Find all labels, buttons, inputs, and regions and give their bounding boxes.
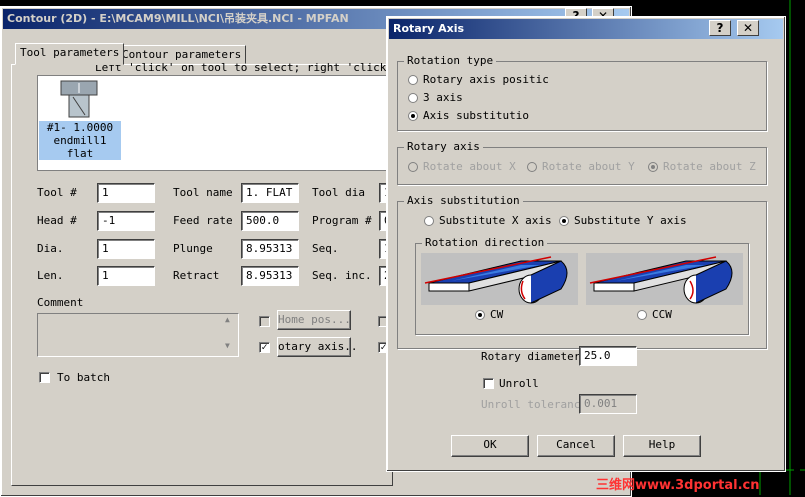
rotate-x-label: Rotate about X ax	[423, 160, 521, 173]
radio-rotate-z[interactable]	[648, 162, 658, 172]
unroll-tolerance-field[interactable]: 0.001	[579, 394, 637, 414]
axis-substitution-title: Axis substitution	[404, 194, 523, 207]
rotary-axis-group-title: Rotary axis	[404, 140, 483, 153]
rotary-axis-button[interactable]: otary axis..	[277, 337, 357, 357]
radio-rotate-y[interactable]	[527, 162, 537, 172]
dialog-title: Rotary Axis	[393, 22, 465, 35]
tool-name-label: Tool name	[173, 186, 233, 199]
radio-rotary-axis-position[interactable]	[408, 75, 418, 85]
substitute-y-label: Substitute Y axis	[574, 214, 687, 227]
to-batch-label: To batch	[57, 371, 110, 384]
rotary-diameter-label: Rotary diameter	[481, 350, 581, 363]
retract-label: Retract	[173, 269, 220, 282]
watermark: 三维网www.3dportal.cn	[596, 478, 760, 493]
to-batch-checkbox[interactable]	[39, 372, 50, 383]
cancel-label: Cancel	[556, 438, 596, 451]
radio-substitute-y[interactable]	[559, 216, 569, 226]
rotary-axis-position-label: Rotary axis positic	[423, 73, 549, 86]
tool-num-label: Tool #	[37, 186, 77, 199]
plunge-field[interactable]: 8.95313	[241, 239, 299, 259]
comment-scroll-down[interactable]: ▼	[225, 341, 230, 350]
seq-inc-label: Seq. inc.	[312, 269, 372, 282]
endmill-icon	[60, 80, 98, 118]
radio-axis-substitution[interactable]	[408, 111, 418, 121]
dia-label: Dia.	[37, 242, 64, 255]
dialog-close-button[interactable]: ✕	[737, 20, 759, 36]
tool-hint: Left 'click' on tool to select; right 'c…	[95, 61, 413, 74]
rotate-y-label: Rotate about Y ax	[542, 160, 642, 173]
rotation-type-title: Rotation type	[404, 54, 497, 67]
tool-item[interactable]: #1- 1.0000 endmill1 flat	[39, 79, 121, 160]
home-pos-button[interactable]: Home pos...	[277, 310, 351, 330]
home-pos-checkbox[interactable]	[259, 316, 270, 327]
tab-tool-parameters[interactable]: Tool parameters	[15, 43, 125, 65]
cw-label: CW	[490, 308, 504, 321]
plunge-label: Plunge	[173, 242, 213, 255]
rotate-z-label: Rotate about Z ax	[663, 160, 763, 173]
dialog-help-button[interactable]: ?	[709, 20, 731, 36]
feed-rate-field[interactable]: 500.0	[241, 211, 299, 231]
retract-field[interactable]: 8.95313	[241, 266, 299, 286]
comment-scroll-up[interactable]: ▲	[225, 315, 230, 324]
substitute-x-label: Substitute X axis	[439, 214, 552, 227]
unroll-label: Unroll	[499, 377, 539, 390]
cw-illustration	[421, 253, 578, 305]
ok-label: OK	[483, 438, 497, 451]
rotary-diameter-field[interactable]: 25.0	[579, 346, 637, 366]
len-field[interactable]: 1	[97, 266, 155, 286]
tool-name-field[interactable]: 1. FLAT	[241, 183, 299, 203]
radio-ccw[interactable]	[637, 310, 647, 320]
tool-item-line2: endmill1 flat	[53, 134, 107, 160]
feed-rate-label: Feed rate	[173, 214, 233, 227]
comment-label: Comment	[37, 296, 84, 309]
tool-num-field[interactable]: 1	[97, 183, 155, 203]
radio-cw[interactable]	[475, 310, 485, 320]
tab-label: Tool parameters	[20, 46, 120, 59]
radio-rotate-x[interactable]	[408, 162, 418, 172]
tool-item-label: #1- 1.0000 endmill1 flat	[39, 121, 121, 160]
ccw-label: CCW	[652, 308, 672, 321]
rotary-axis-checkbox[interactable]: ✓	[259, 342, 270, 353]
head-num-field[interactable]: -1	[97, 211, 155, 231]
len-label: Len.	[37, 269, 64, 282]
tab-label: Contour parameters	[122, 48, 242, 61]
unroll-checkbox[interactable]	[483, 378, 494, 389]
tool-dia-label: Tool dia	[312, 186, 365, 199]
help-label: Help	[648, 438, 676, 451]
head-num-label: Head #	[37, 214, 77, 227]
comment-textarea[interactable]	[37, 313, 239, 357]
help-button[interactable]: Help	[623, 435, 701, 457]
radio-3-axis[interactable]	[408, 93, 418, 103]
contour-title: Contour (2D) - E:\MCAM9\MILL\NCI\吊装夹具.NC…	[7, 12, 349, 25]
radio-substitute-x[interactable]	[424, 216, 434, 226]
tool-item-line1: #1- 1.0000	[46, 121, 114, 134]
axis-substitution-label: Axis substitutio	[423, 109, 529, 122]
rotation-direction-title: Rotation direction	[422, 236, 548, 249]
unroll-tolerance-label: Unroll tolerance	[481, 398, 587, 411]
ok-button[interactable]: OK	[451, 435, 529, 457]
seq-label: Seq.	[312, 242, 339, 255]
program-label: Program #	[312, 214, 372, 227]
dia-field[interactable]: 1	[97, 239, 155, 259]
3-axis-label: 3 axis	[423, 91, 463, 104]
cancel-button[interactable]: Cancel	[537, 435, 615, 457]
ccw-illustration	[586, 253, 743, 305]
rotary-axis-dialog: Rotary Axis ? ✕ Rotation type Rotary axi…	[386, 16, 786, 472]
